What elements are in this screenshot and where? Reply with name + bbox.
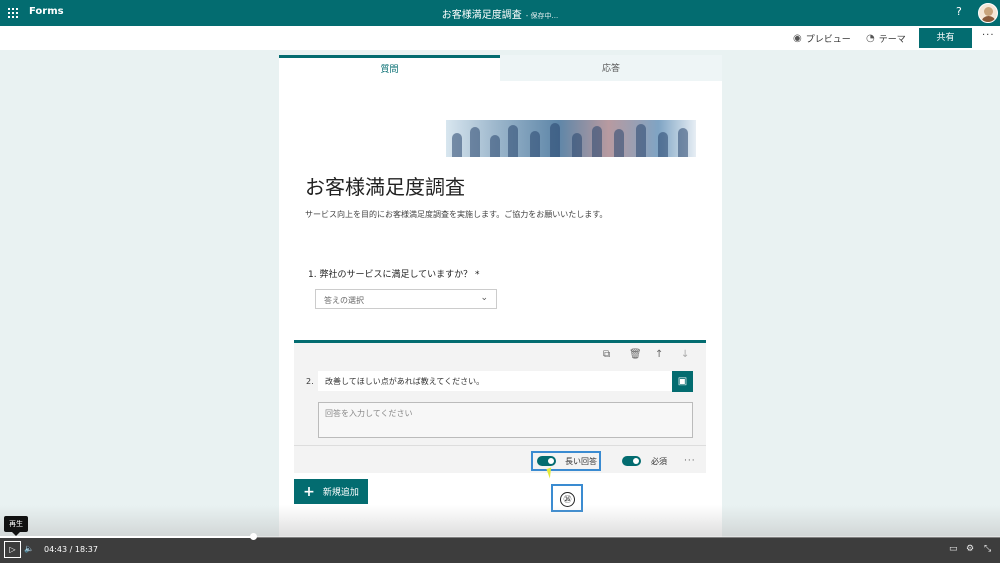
- form-title[interactable]: お客様満足度調査: [305, 171, 465, 200]
- help-icon[interactable]: ?: [956, 5, 962, 18]
- top-bar: Forms お客様満足度調査 - 保存中... ?: [0, 0, 1000, 26]
- preview-button[interactable]: ◉ プレビュー: [793, 32, 851, 45]
- form-description[interactable]: サービス向上を目的にお客様満足度調査を実施します。ご協力をお願いいたします。: [305, 209, 607, 220]
- settings-icon[interactable]: ⚙: [966, 544, 974, 554]
- required-label: 必須: [651, 457, 667, 466]
- seek-thumb[interactable]: [250, 533, 258, 540]
- palette-icon: ◔: [866, 33, 875, 44]
- add-new-label: 新規追加: [322, 488, 359, 498]
- document-title: お客様満足度調査 - 保存中...: [0, 6, 1000, 21]
- save-status: - 保存中...: [525, 12, 559, 20]
- play-tooltip: 再生: [4, 516, 28, 536]
- tab-responses[interactable]: 応答: [500, 55, 722, 81]
- theme-label: テーマ: [878, 35, 906, 45]
- long-answer-label: 長い回答: [565, 457, 597, 466]
- question-2-footer: 長い回答 必須 ···: [294, 445, 706, 476]
- share-button[interactable]: 共有: [919, 28, 972, 48]
- move-up-icon[interactable]: ↑: [655, 349, 663, 360]
- question-2-editor[interactable]: ⧉ 🗑 ↑ ↓ 2. 改善してほしい点があれば教えてください。 ▣ 回答を入力し…: [294, 340, 706, 473]
- theme-button[interactable]: ◔ テーマ: [866, 32, 906, 45]
- time-display: 04:43 / 18:37: [44, 545, 98, 554]
- seek-bar-progress: [0, 536, 254, 538]
- copy-icon[interactable]: ⧉: [603, 349, 610, 360]
- total-time: 18:37: [74, 545, 98, 554]
- question-1-text[interactable]: 1. 弊社のサービスに満足していますか？ *: [308, 267, 480, 280]
- eye-icon: ◉: [793, 33, 802, 44]
- preview-label: プレビュー: [805, 35, 851, 45]
- insert-media-icon[interactable]: ▣: [672, 371, 693, 392]
- player-fade: [0, 505, 1000, 537]
- exit-fullscreen-icon[interactable]: ⤡: [984, 544, 991, 554]
- play-icon[interactable]: ▷: [4, 541, 21, 558]
- tab-bar: 質問 応答: [279, 55, 722, 81]
- delete-icon[interactable]: 🗑: [629, 349, 642, 360]
- video-player-bar: ▷ 🔈 04:43 / 18:37 ▭ ⚙ ⤡: [0, 533, 1000, 563]
- time-separator: /: [69, 545, 73, 554]
- form-editor-card: 質問 応答 お客様満足度調査 サービス向上を目的にお客様満足度調査を実施します。…: [279, 55, 722, 537]
- question-2-title-input[interactable]: 改善してほしい点があれば教えてください。: [318, 371, 673, 391]
- dropdown-placeholder: 答えの選択: [324, 296, 364, 305]
- volume-icon[interactable]: 🔈: [24, 544, 34, 553]
- required-toggle[interactable]: [622, 456, 641, 466]
- plus-icon: +: [303, 483, 315, 500]
- answer-placeholder-box: 回答を入力してください: [318, 402, 693, 438]
- current-time: 04:43: [44, 545, 68, 554]
- chevron-down-icon: ⌄: [480, 293, 488, 303]
- seek-bar[interactable]: [0, 533, 1000, 540]
- tab-questions[interactable]: 質問: [279, 55, 500, 81]
- header-banner-image: [446, 120, 696, 157]
- command-bar: ◉ プレビュー ◔ テーマ: [0, 26, 1000, 50]
- move-down-icon[interactable]: ↓: [681, 349, 689, 360]
- captions-icon[interactable]: ▭: [949, 544, 958, 554]
- question-2-number: 2.: [306, 377, 314, 386]
- add-new-button[interactable]: + 新規追加: [294, 479, 368, 504]
- more-options-icon[interactable]: ···: [982, 30, 995, 41]
- question-1-dropdown[interactable]: 答えの選択 ⌄: [315, 289, 497, 309]
- avatar[interactable]: [978, 3, 998, 23]
- document-title-text: お客様満足度調査: [441, 10, 522, 21]
- question-more-icon[interactable]: ···: [684, 456, 696, 466]
- long-answer-toggle[interactable]: [537, 456, 556, 466]
